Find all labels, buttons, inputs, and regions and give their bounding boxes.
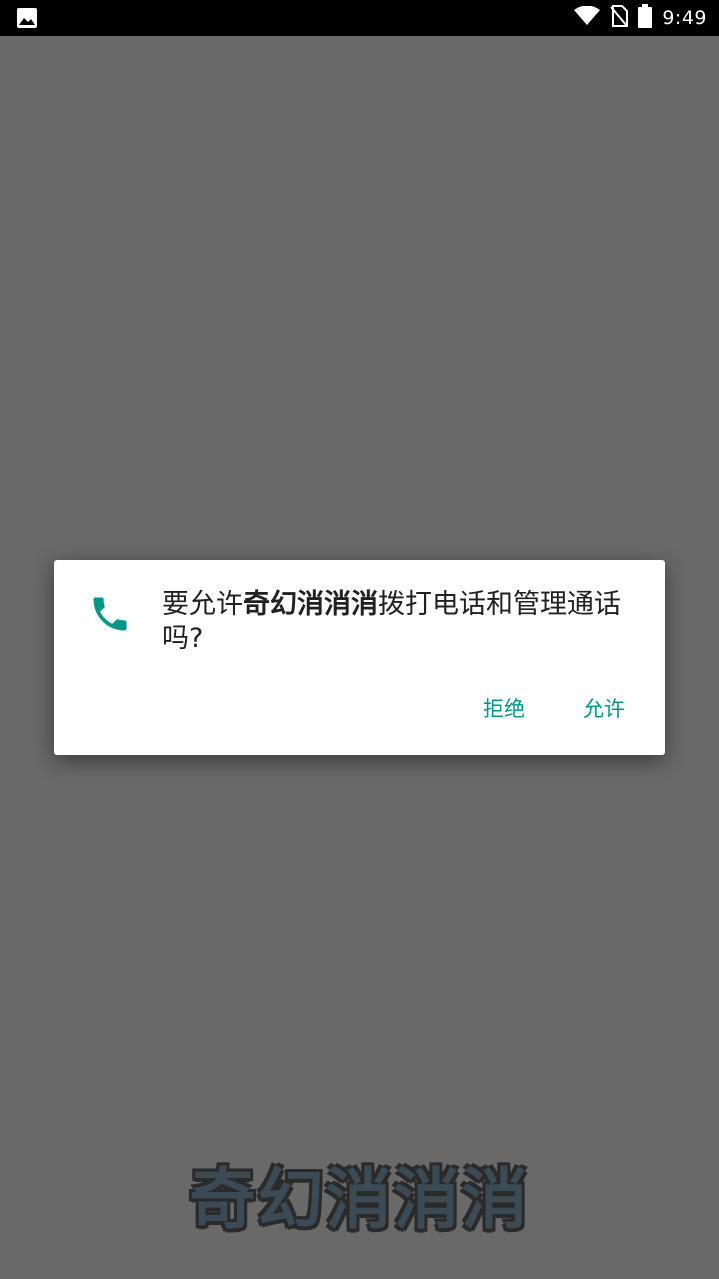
status-time: 9:49	[662, 7, 707, 29]
app-name: 奇幻消消消	[243, 589, 378, 620]
dialog-actions: 拒绝 允许	[473, 689, 635, 727]
deny-button[interactable]: 拒绝	[473, 689, 535, 727]
phone-icon	[88, 592, 132, 636]
wifi-icon	[574, 5, 601, 30]
screen: 9:49 要允许奇幻消消消拨打电话和管理通话吗? 拒绝 允许 奇幻消消消	[0, 0, 719, 1279]
status-icons: 9:49	[574, 0, 707, 36]
image-notification-icon	[16, 7, 38, 29]
dialog-message: 要允许奇幻消消消拨打电话和管理通话吗?	[162, 588, 648, 656]
permission-dialog: 要允许奇幻消消消拨打电话和管理通话吗? 拒绝 允许	[54, 560, 665, 755]
message-prefix: 要允许	[162, 589, 243, 620]
allow-button[interactable]: 允许	[573, 689, 635, 727]
no-sim-icon	[610, 5, 629, 31]
battery-icon	[638, 4, 653, 32]
game-title: 奇幻消消消	[189, 1161, 530, 1238]
status-bar: 9:49	[0, 0, 719, 36]
